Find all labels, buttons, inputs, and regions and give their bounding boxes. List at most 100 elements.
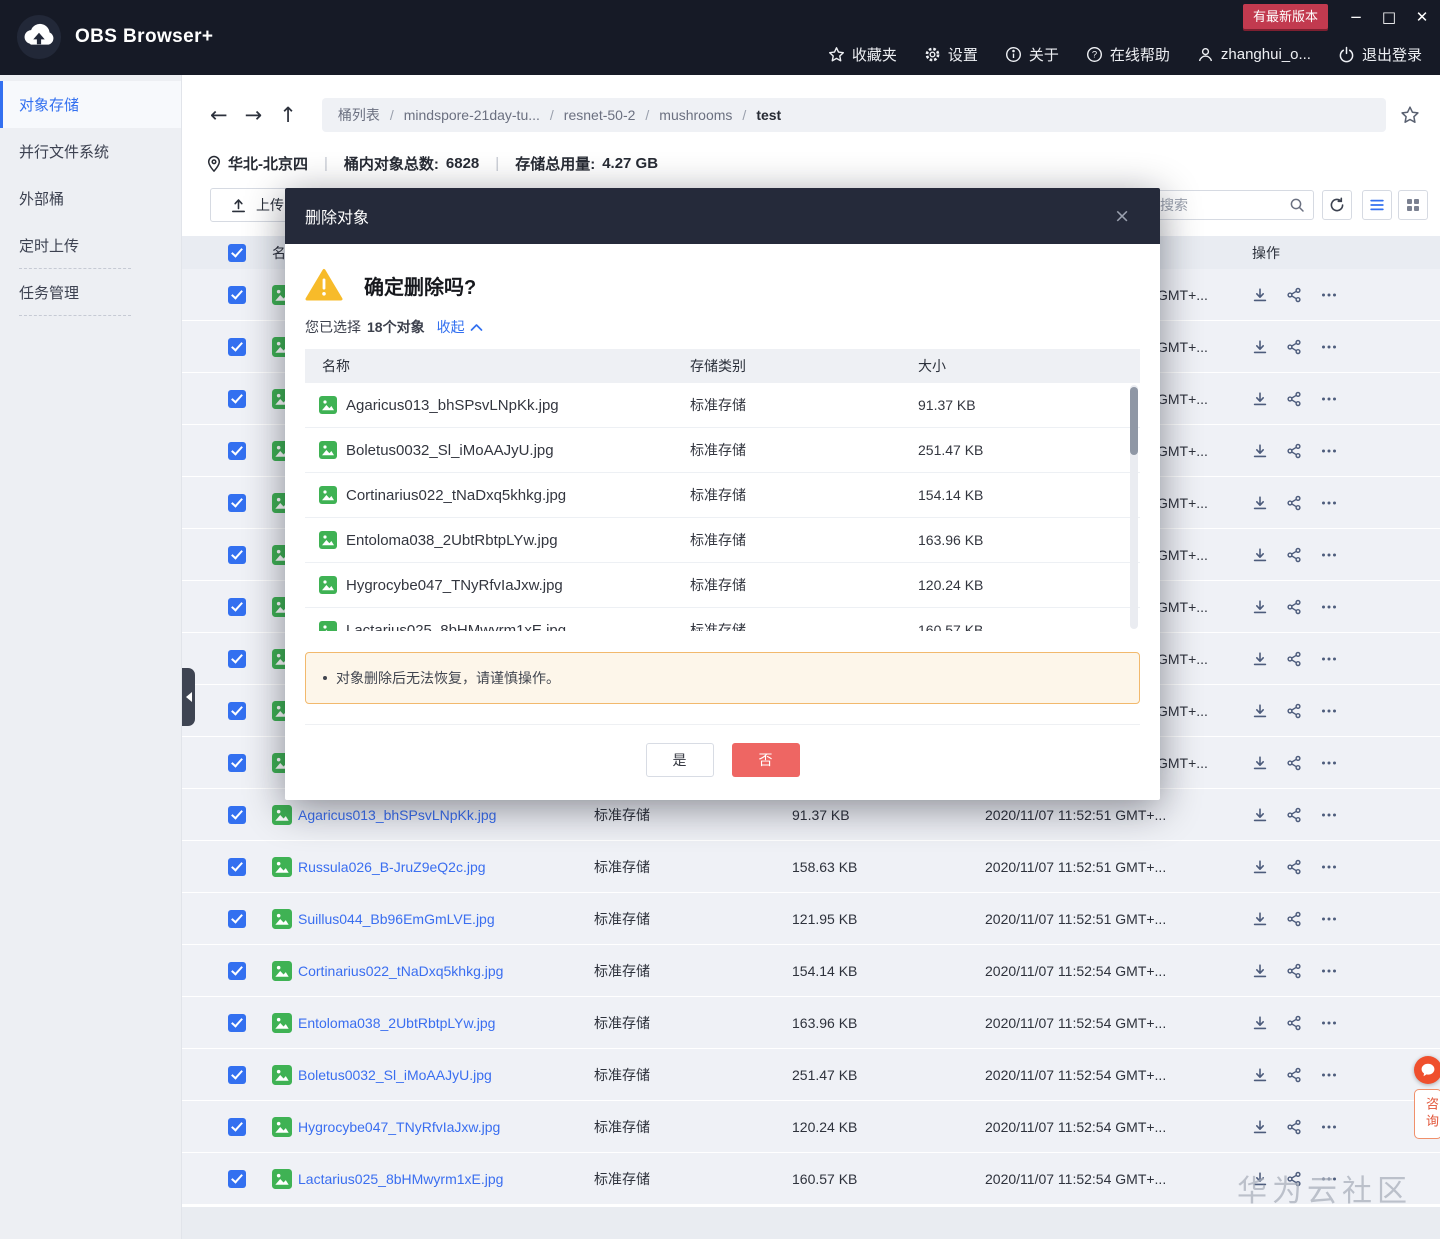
more-actions-icon[interactable] (1320, 963, 1338, 979)
confirm-no-button[interactable]: 否 (732, 743, 800, 777)
menu-account[interactable]: zhanghui_o... (1197, 46, 1311, 63)
confirm-yes-button[interactable]: 是 (646, 743, 714, 777)
scrollbar-thumb[interactable] (1130, 387, 1138, 455)
download-icon[interactable] (1252, 1015, 1268, 1031)
file-name-link[interactable]: Agaricus013_bhSPsvLNpKk.jpg (298, 807, 594, 823)
share-icon[interactable] (1286, 1015, 1302, 1031)
download-icon[interactable] (1252, 911, 1268, 927)
download-icon[interactable] (1252, 1067, 1268, 1083)
download-icon[interactable] (1252, 443, 1268, 459)
share-icon[interactable] (1286, 391, 1302, 407)
share-icon[interactable] (1286, 1067, 1302, 1083)
menu-about[interactable]: 关于 (1005, 44, 1059, 65)
share-icon[interactable] (1286, 963, 1302, 979)
share-icon[interactable] (1286, 703, 1302, 719)
menu-logout[interactable]: 退出登录 (1338, 44, 1422, 65)
row-checkbox[interactable] (228, 1014, 246, 1032)
download-icon[interactable] (1252, 391, 1268, 407)
breadcrumb-folder-2[interactable]: mushrooms (659, 107, 732, 123)
share-icon[interactable] (1286, 755, 1302, 771)
download-icon[interactable] (1252, 1119, 1268, 1135)
row-checkbox[interactable] (228, 338, 246, 356)
search-input[interactable] (1151, 197, 1289, 213)
table-row[interactable]: Hygrocybe047_TNyRfvIaJxw.jpg 标准存储 120.24… (182, 1101, 1440, 1153)
table-row[interactable]: Suillus044_Bb96EmGmLVE.jpg 标准存储 121.95 K… (182, 893, 1440, 945)
more-actions-icon[interactable] (1320, 1119, 1338, 1135)
sidebar-item[interactable]: 并行文件系统 (0, 128, 181, 175)
download-icon[interactable] (1252, 287, 1268, 303)
more-actions-icon[interactable] (1320, 755, 1338, 771)
row-checkbox[interactable] (228, 442, 246, 460)
more-actions-icon[interactable] (1320, 651, 1338, 667)
menu-favorites[interactable]: 收藏夹 (828, 44, 897, 65)
more-actions-icon[interactable] (1320, 339, 1338, 355)
row-checkbox[interactable] (228, 286, 246, 304)
row-checkbox[interactable] (228, 650, 246, 668)
download-icon[interactable] (1252, 599, 1268, 615)
menu-online-help[interactable]: ? 在线帮助 (1086, 44, 1170, 65)
sidebar-item[interactable]: 外部桶 (0, 175, 181, 222)
row-checkbox[interactable] (228, 598, 246, 616)
file-name-link[interactable]: Entoloma038_2UbtRbtpLYw.jpg (298, 1015, 594, 1031)
close-window-button[interactable]: ✕ (1414, 8, 1430, 26)
dialog-close-icon[interactable]: × (1114, 205, 1130, 227)
share-icon[interactable] (1286, 1171, 1302, 1187)
share-icon[interactable] (1286, 859, 1302, 875)
forward-button[interactable]: → (245, 105, 263, 126)
download-icon[interactable] (1252, 807, 1268, 823)
breadcrumb-bucket-list[interactable]: 桶列表 (338, 105, 380, 125)
grid-view-button[interactable] (1398, 190, 1428, 220)
sidebar-item[interactable]: 定时上传 (0, 222, 181, 269)
back-button[interactable]: ← (210, 105, 228, 126)
file-name-link[interactable]: Russula026_B-JruZ9eQ2c.jpg (298, 859, 594, 875)
row-checkbox[interactable] (228, 754, 246, 772)
more-actions-icon[interactable] (1320, 1015, 1338, 1031)
sidebar-item[interactable]: 对象存储 (0, 81, 181, 128)
row-checkbox[interactable] (228, 806, 246, 824)
more-actions-icon[interactable] (1320, 1067, 1338, 1083)
file-name-link[interactable]: Boletus0032_Sl_iMoAAJyU.jpg (298, 1067, 594, 1083)
row-checkbox[interactable] (228, 910, 246, 928)
more-actions-icon[interactable] (1320, 287, 1338, 303)
more-actions-icon[interactable] (1320, 859, 1338, 875)
update-available-badge[interactable]: 有最新版本 (1243, 4, 1328, 29)
maximize-button[interactable]: □ (1381, 8, 1397, 26)
row-checkbox[interactable] (228, 1118, 246, 1136)
sidebar-item[interactable]: 任务管理 (0, 269, 181, 316)
up-level-button[interactable]: ↑ (279, 105, 297, 126)
row-checkbox[interactable] (228, 962, 246, 980)
download-icon[interactable] (1252, 339, 1268, 355)
row-checkbox[interactable] (228, 702, 246, 720)
list-view-button[interactable] (1362, 190, 1392, 220)
share-icon[interactable] (1286, 339, 1302, 355)
row-checkbox[interactable] (228, 390, 246, 408)
collapse-list-link[interactable]: 收起 (437, 317, 483, 337)
table-row[interactable]: Lactarius025_8bHMwyrm1xE.jpg 标准存储 160.57… (182, 1153, 1440, 1205)
share-icon[interactable] (1286, 443, 1302, 459)
chat-bubble-icon[interactable] (1414, 1056, 1440, 1084)
download-icon[interactable] (1252, 547, 1268, 563)
sidebar-collapse-handle[interactable] (182, 668, 195, 726)
share-icon[interactable] (1286, 911, 1302, 927)
breadcrumb-folder-1[interactable]: resnet-50-2 (564, 107, 636, 123)
share-icon[interactable] (1286, 807, 1302, 823)
share-icon[interactable] (1286, 495, 1302, 511)
table-row[interactable]: Cortinarius022_tNaDxq5khkg.jpg 标准存储 154.… (182, 945, 1440, 997)
download-icon[interactable] (1252, 1171, 1268, 1187)
row-checkbox[interactable] (228, 858, 246, 876)
more-actions-icon[interactable] (1320, 1171, 1338, 1187)
breadcrumb-bucket[interactable]: mindspore-21day-tu... (404, 107, 540, 123)
file-name-link[interactable]: Lactarius025_8bHMwyrm1xE.jpg (298, 1171, 594, 1187)
refresh-button[interactable] (1322, 190, 1352, 220)
download-icon[interactable] (1252, 755, 1268, 771)
favorite-path-button[interactable] (1400, 105, 1420, 125)
download-icon[interactable] (1252, 495, 1268, 511)
download-icon[interactable] (1252, 703, 1268, 719)
table-row[interactable]: Entoloma038_2UbtRbtpLYw.jpg 标准存储 163.96 … (182, 997, 1440, 1049)
more-actions-icon[interactable] (1320, 547, 1338, 563)
more-actions-icon[interactable] (1320, 599, 1338, 615)
row-checkbox[interactable] (228, 494, 246, 512)
more-actions-icon[interactable] (1320, 911, 1338, 927)
file-name-link[interactable]: Hygrocybe047_TNyRfvIaJxw.jpg (298, 1119, 594, 1135)
more-actions-icon[interactable] (1320, 703, 1338, 719)
